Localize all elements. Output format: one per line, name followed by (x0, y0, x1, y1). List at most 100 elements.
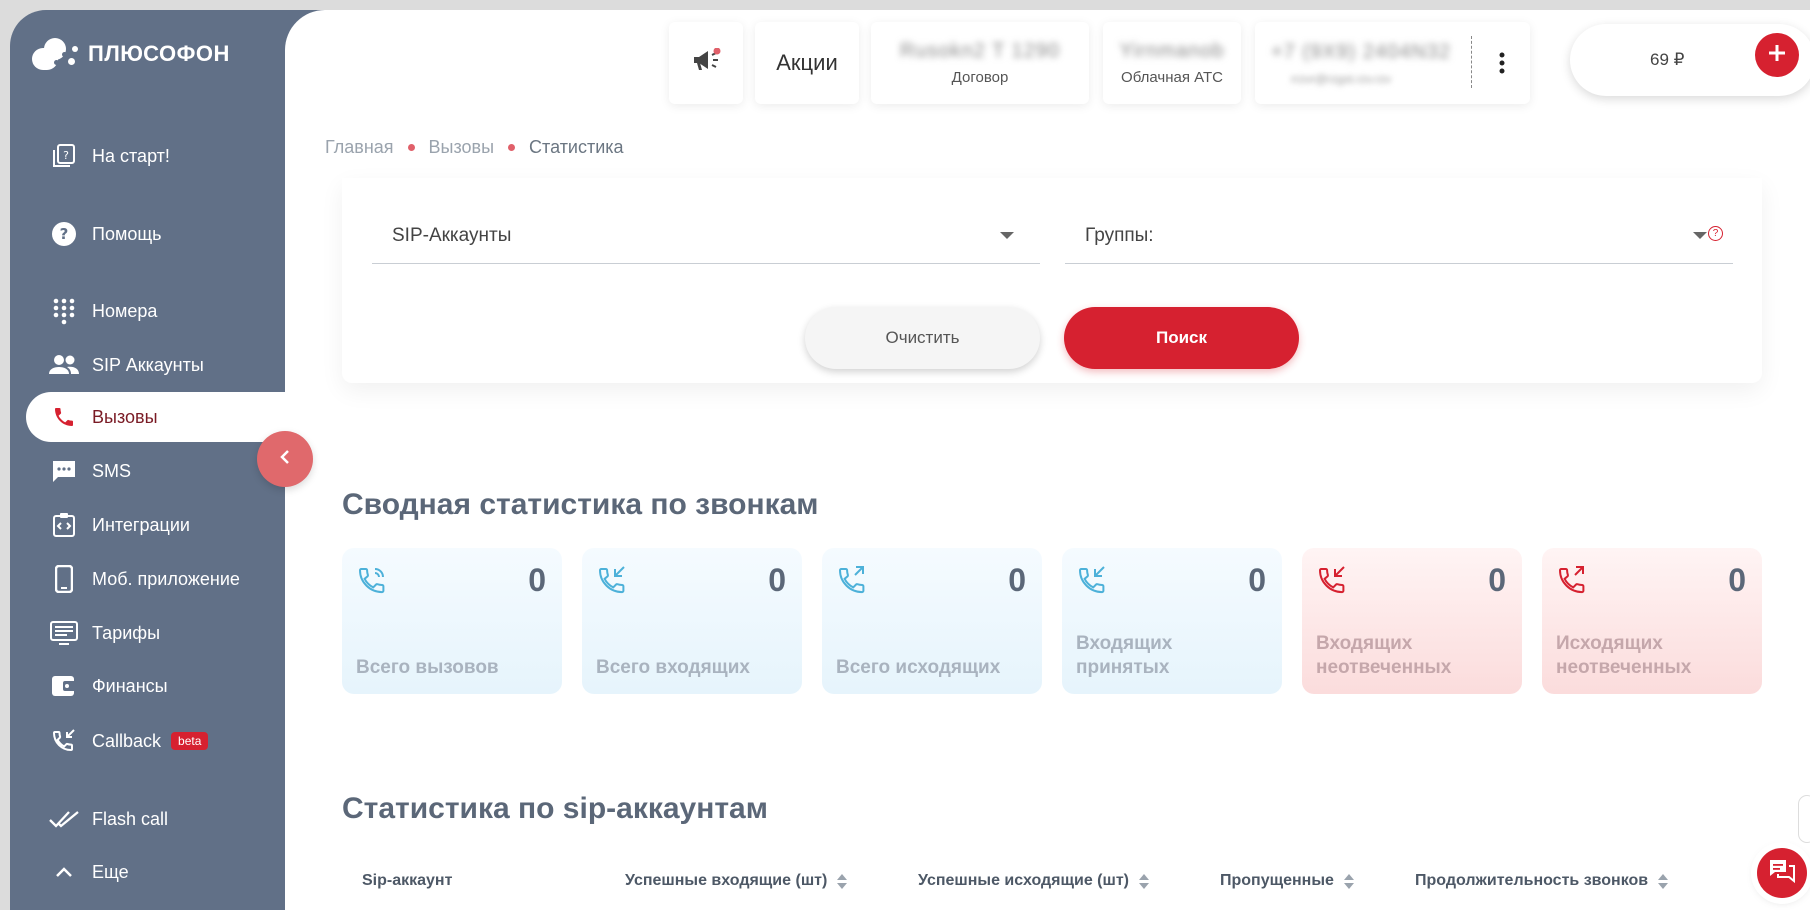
brand-logo[interactable]: ПЛЮСОФОН (28, 34, 230, 74)
sort-icon[interactable] (1658, 873, 1669, 889)
announcements-button[interactable] (669, 22, 743, 104)
sidebar-item-flash-call[interactable]: Flash call (26, 794, 301, 844)
stat-label: Исходящих неотвеченных (1556, 632, 1691, 680)
balance-amount: 69 ₽ (1650, 50, 1685, 69)
sidebar-item-label: Flash call (92, 808, 169, 829)
column-header-label: Пропущенные (1220, 872, 1334, 889)
promos-label: Акции (776, 50, 838, 75)
sidebar-item-sip-accounts[interactable]: SIP Аккаунты (26, 340, 301, 390)
sort-icon[interactable] (837, 873, 848, 889)
contract-value: Rusokn2 T 1290 (899, 40, 1061, 62)
account-tile[interactable]: +7 (9X9) 2404N32 rrzvr@rzgst.rzv.rzv (1255, 22, 1530, 104)
stat-label: Всего входящих (596, 656, 750, 680)
summary-title: Сводная статистика по звонкам (342, 488, 819, 521)
stat-card-outgoing: 0 Всего исходящих (822, 548, 1042, 694)
phone-incoming-icon (1076, 564, 1108, 596)
breadcrumb-separator (508, 144, 516, 151)
stat-card-incoming-missed: 0 Входящих неотвеченных (1302, 548, 1522, 694)
phone-ring-icon (356, 564, 388, 596)
sidebar-item-label: Вызовы (92, 406, 158, 427)
sidebar-item-label: Интеграции (92, 514, 190, 535)
phone-incoming-icon (596, 564, 628, 596)
column-header-label: Продолжительность звонков (1415, 872, 1649, 889)
stat-label: Всего вызовов (356, 656, 499, 680)
sidebar-item-more[interactable]: Еще (26, 847, 301, 897)
sidebar-item-label: SIP Аккаунты (92, 354, 204, 375)
phone-value: +7 (9X9) 2404N32 (1271, 40, 1452, 63)
stat-label: Всего исходящих (836, 656, 1000, 680)
sidebar-item-label: На старт! (92, 145, 170, 166)
add-funds-button[interactable] (1755, 33, 1799, 77)
cloud-logo-icon (28, 34, 80, 74)
promos-button[interactable]: Акции (755, 22, 859, 104)
stat-label-line2: неотвеченных (1316, 657, 1452, 678)
column-header-incoming-success[interactable]: Успешные входящие (шт) (625, 872, 848, 890)
dialpad-icon (48, 295, 80, 327)
breadcrumb: Главная Вызовы Статистика (325, 137, 624, 158)
help-icon: ? (48, 218, 80, 250)
sidebar-item-tariffs[interactable]: Тарифы (26, 608, 301, 658)
sidebar-item-label: Callback (92, 730, 162, 751)
callback-icon (48, 725, 80, 757)
service-tile[interactable]: Yirnmanob Облачная АТС (1103, 22, 1241, 104)
plus-icon (1767, 43, 1787, 68)
sidebar-item-numbers[interactable]: Номера (26, 286, 301, 336)
more-vertical-icon[interactable] (1499, 52, 1505, 79)
breadcrumb-current: Статистика (529, 137, 624, 157)
stat-label-line1: Всего входящих (596, 657, 750, 678)
integrations-icon (48, 509, 80, 541)
sidebar-item-help[interactable]: ? Помощь (26, 209, 301, 259)
sms-icon (48, 455, 80, 487)
sort-icon[interactable] (1343, 873, 1354, 889)
collapse-sidebar-button[interactable] (257, 431, 313, 487)
stat-value: 0 (1488, 562, 1506, 598)
sidebar-item-start[interactable]: ? На старт! (26, 131, 301, 181)
stat-value: 0 (528, 562, 546, 598)
brand-name: ПЛЮСОФОН (88, 41, 230, 66)
stat-card-incoming-accepted: 0 Входящих принятых (1062, 548, 1282, 694)
sip-accounts-select[interactable]: SIP-Аккаунты (372, 208, 1040, 264)
column-header-label: Sip-аккаунт (362, 872, 453, 889)
groups-select-label: Группы: (1085, 224, 1154, 246)
side-widget-tab[interactable] (1798, 795, 1810, 843)
double-check-icon (48, 803, 80, 835)
caret-down-icon (1693, 232, 1707, 239)
search-button[interactable]: Поиск (1064, 307, 1299, 369)
groups-select[interactable]: Группы: ? (1065, 208, 1733, 264)
sort-icon[interactable] (1139, 873, 1149, 889)
column-header-outgoing-success[interactable]: Успешные исходящие (шт) (918, 872, 1149, 890)
chevron-left-icon (278, 448, 292, 471)
stat-card-incoming: 0 Всего входящих (582, 548, 802, 694)
sidebar-item-label: SMS (92, 460, 132, 481)
phone-incoming-icon (1316, 564, 1348, 596)
sidebar-item-label: Финансы (92, 675, 168, 696)
column-header-duration[interactable]: Продолжительность звонков (1415, 872, 1669, 890)
breadcrumb-home[interactable]: Главная (325, 137, 394, 158)
stat-value: 0 (768, 562, 786, 598)
chat-button[interactable] (1757, 848, 1807, 898)
sidebar-item-label: Номера (92, 300, 158, 321)
stat-label: Входящих неотвеченных (1316, 632, 1451, 680)
column-header-sip-account[interactable]: Sip-аккаунт (362, 872, 452, 890)
users-icon (48, 349, 80, 381)
chevron-up-icon (48, 856, 80, 888)
breadcrumb-calls[interactable]: Вызовы (429, 137, 495, 158)
sidebar-item-finances[interactable]: Финансы (26, 661, 301, 711)
column-header-label: Успешные входящие (шт) (625, 872, 828, 889)
sidebar-item-integrations[interactable]: Интеграции (26, 500, 301, 550)
email-value: rrzvr@rzgst.rzv.rzv (1291, 71, 1391, 86)
stat-card-outgoing-missed: 0 Исходящих неотвеченных (1542, 548, 1762, 694)
column-header-missed[interactable]: Пропущенные (1220, 872, 1354, 890)
stat-label-line1: Всего исходящих (836, 657, 1001, 678)
help-question-icon[interactable]: ? (1708, 226, 1723, 241)
sidebar-item-callback[interactable]: Callback beta (26, 716, 301, 766)
caret-down-icon (1000, 232, 1014, 239)
contract-tile[interactable]: Rusokn2 T 1290 Договор (871, 22, 1089, 104)
stat-label: Входящих принятых (1076, 632, 1172, 680)
chat-icon (1768, 858, 1796, 889)
sidebar-item-mobile-app[interactable]: Моб. приложение (26, 554, 301, 604)
stat-label-line1: Входящих (1076, 633, 1173, 654)
stat-label-line1: Исходящих (1556, 633, 1663, 654)
clear-button[interactable]: Очистить (805, 307, 1040, 369)
phone-outgoing-icon (836, 564, 868, 596)
